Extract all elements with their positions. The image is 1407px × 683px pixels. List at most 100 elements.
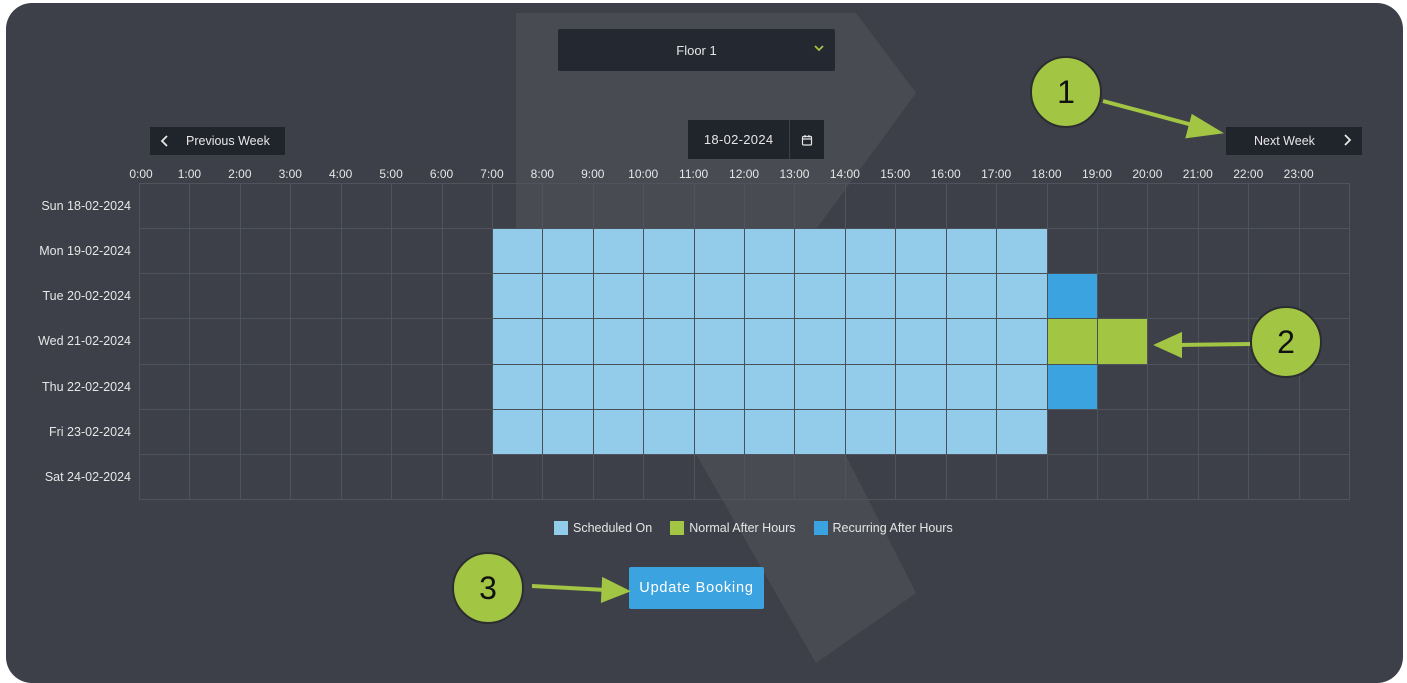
schedule-grid[interactable] <box>139 183 1351 500</box>
schedule-cell[interactable] <box>239 273 292 320</box>
schedule-cell[interactable] <box>1248 408 1300 455</box>
schedule-cell[interactable] <box>592 318 645 365</box>
schedule-cell[interactable] <box>340 318 393 365</box>
schedule-cell[interactable] <box>996 273 1048 320</box>
schedule-cell[interactable] <box>592 453 645 500</box>
schedule-cell[interactable] <box>1046 273 1098 320</box>
schedule-cell[interactable] <box>693 363 746 410</box>
schedule-cell[interactable] <box>643 318 695 365</box>
schedule-cell[interactable] <box>340 273 393 320</box>
schedule-cell[interactable] <box>643 228 695 275</box>
schedule-cell[interactable] <box>844 183 897 230</box>
schedule-cell[interactable] <box>542 183 594 230</box>
schedule-cell[interactable] <box>996 408 1048 455</box>
schedule-cell[interactable] <box>643 363 695 410</box>
floor-select[interactable]: Floor 1 <box>558 29 835 71</box>
schedule-cell[interactable] <box>1046 408 1098 455</box>
schedule-cell[interactable] <box>744 228 796 275</box>
schedule-cell[interactable] <box>340 183 393 230</box>
schedule-cell[interactable] <box>895 453 947 500</box>
date-picker[interactable]: 18-02-2024 <box>688 120 824 159</box>
schedule-cell[interactable] <box>340 363 393 410</box>
schedule-cell[interactable] <box>945 273 998 320</box>
schedule-cell[interactable] <box>139 363 191 410</box>
schedule-cell[interactable] <box>139 408 191 455</box>
schedule-cell[interactable] <box>542 408 594 455</box>
schedule-cell[interactable] <box>290 183 342 230</box>
schedule-cell[interactable] <box>844 273 897 320</box>
schedule-cell[interactable] <box>1046 363 1098 410</box>
schedule-cell[interactable] <box>1046 453 1098 500</box>
schedule-cell[interactable] <box>945 408 998 455</box>
schedule-cell[interactable] <box>1197 228 1250 275</box>
schedule-cell[interactable] <box>895 273 947 320</box>
schedule-cell[interactable] <box>290 273 342 320</box>
schedule-cell[interactable] <box>895 183 947 230</box>
schedule-cell[interactable] <box>996 183 1048 230</box>
schedule-cell[interactable] <box>996 318 1048 365</box>
schedule-cell[interactable] <box>340 228 393 275</box>
schedule-cell[interactable] <box>1147 228 1199 275</box>
schedule-cell[interactable] <box>996 453 1048 500</box>
schedule-cell[interactable] <box>1096 453 1149 500</box>
schedule-cell[interactable] <box>895 408 947 455</box>
schedule-cell[interactable] <box>794 183 846 230</box>
schedule-cell[interactable] <box>996 363 1048 410</box>
schedule-cell[interactable] <box>592 228 645 275</box>
schedule-cell[interactable] <box>1197 453 1250 500</box>
schedule-cell[interactable] <box>1096 318 1149 365</box>
schedule-cell[interactable] <box>189 363 241 410</box>
schedule-cell[interactable] <box>744 363 796 410</box>
schedule-cell[interactable] <box>1147 183 1199 230</box>
update-booking-button[interactable]: Update Booking <box>629 567 764 609</box>
schedule-cell[interactable] <box>491 453 544 500</box>
schedule-cell[interactable] <box>794 318 846 365</box>
schedule-cell[interactable] <box>391 183 443 230</box>
schedule-cell[interactable] <box>643 273 695 320</box>
schedule-cell[interactable] <box>1096 363 1149 410</box>
schedule-cell[interactable] <box>239 318 292 365</box>
schedule-cell[interactable] <box>491 273 544 320</box>
schedule-cell[interactable] <box>693 408 746 455</box>
calendar-icon[interactable] <box>789 120 824 159</box>
schedule-cell[interactable] <box>542 318 594 365</box>
schedule-cell[interactable] <box>1298 408 1351 455</box>
schedule-cell[interactable] <box>844 318 897 365</box>
schedule-cell[interactable] <box>592 363 645 410</box>
schedule-cell[interactable] <box>290 408 342 455</box>
schedule-cell[interactable] <box>643 183 695 230</box>
schedule-cell[interactable] <box>139 273 191 320</box>
schedule-cell[interactable] <box>794 273 846 320</box>
schedule-cell[interactable] <box>794 453 846 500</box>
schedule-cell[interactable] <box>895 318 947 365</box>
schedule-cell[interactable] <box>1096 183 1149 230</box>
schedule-cell[interactable] <box>189 183 241 230</box>
schedule-cell[interactable] <box>239 453 292 500</box>
schedule-cell[interactable] <box>189 273 241 320</box>
schedule-cell[interactable] <box>744 453 796 500</box>
schedule-cell[interactable] <box>139 228 191 275</box>
schedule-cell[interactable] <box>391 453 443 500</box>
schedule-cell[interactable] <box>441 408 493 455</box>
schedule-cell[interactable] <box>744 273 796 320</box>
schedule-cell[interactable] <box>592 408 645 455</box>
schedule-cell[interactable] <box>592 183 645 230</box>
schedule-cell[interactable] <box>189 408 241 455</box>
schedule-cell[interactable] <box>441 273 493 320</box>
schedule-cell[interactable] <box>491 228 544 275</box>
schedule-cell[interactable] <box>1298 228 1351 275</box>
schedule-cell[interactable] <box>491 183 544 230</box>
schedule-cell[interactable] <box>1197 408 1250 455</box>
schedule-cell[interactable] <box>1298 183 1351 230</box>
schedule-cell[interactable] <box>1147 363 1199 410</box>
schedule-cell[interactable] <box>643 408 695 455</box>
schedule-cell[interactable] <box>239 228 292 275</box>
schedule-cell[interactable] <box>1147 408 1199 455</box>
schedule-cell[interactable] <box>441 183 493 230</box>
schedule-cell[interactable] <box>491 363 544 410</box>
schedule-cell[interactable] <box>1197 363 1250 410</box>
schedule-cell[interactable] <box>1096 273 1149 320</box>
schedule-cell[interactable] <box>945 453 998 500</box>
previous-week-button[interactable]: Previous Week <box>150 127 285 155</box>
schedule-cell[interactable] <box>391 363 443 410</box>
